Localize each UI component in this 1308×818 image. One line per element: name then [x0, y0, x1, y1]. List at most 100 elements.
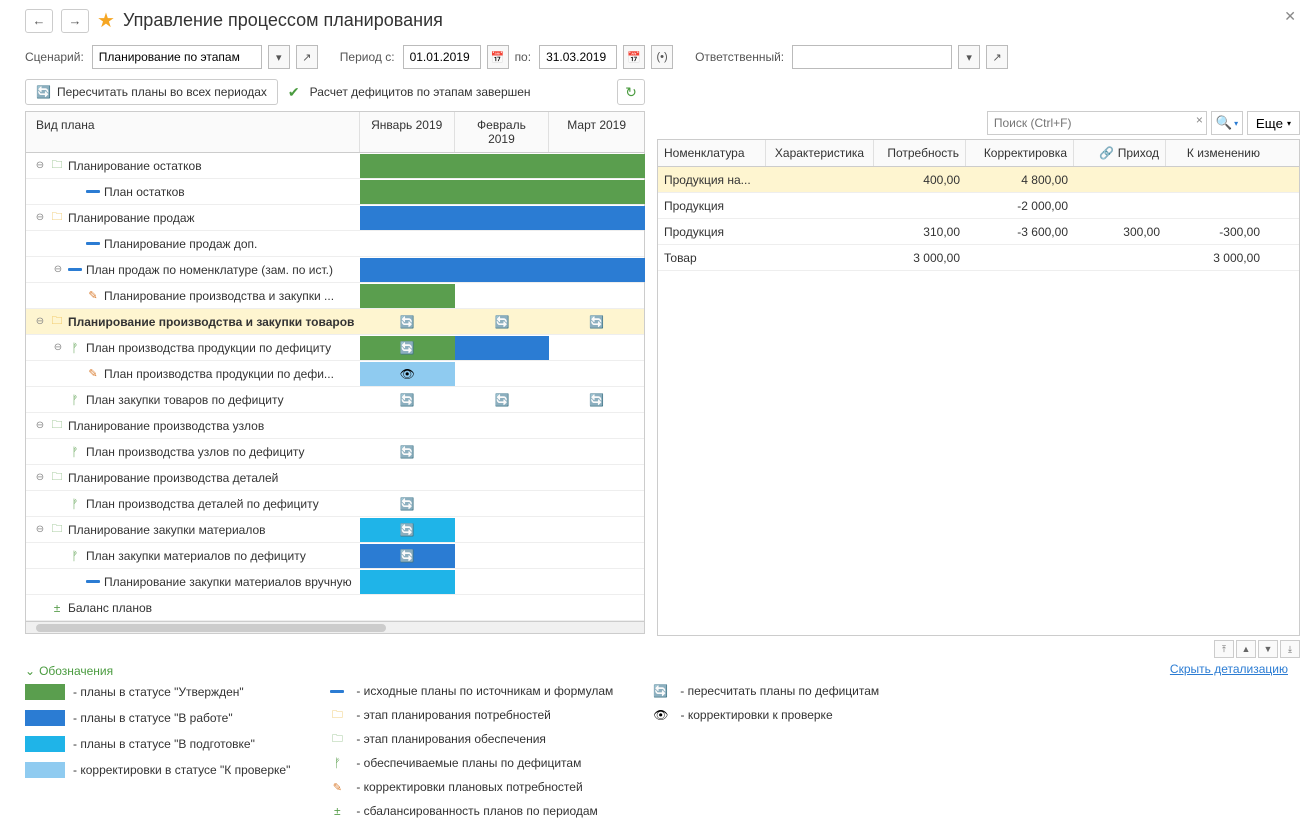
responsible-dropdown-button[interactable]: ▾ — [958, 45, 980, 69]
plan-grid: Вид плана Январь 2019 Февраль 2019 Март … — [25, 111, 645, 622]
sync-icon[interactable]: 🔄 — [589, 393, 604, 407]
nav-down-button[interactable]: ▼ — [1258, 640, 1278, 658]
nav-first-button[interactable]: ⤒ — [1214, 640, 1234, 658]
sync-icon[interactable]: 🔄 — [400, 497, 415, 511]
scenario-open-button[interactable]: ↗ — [296, 45, 318, 69]
plan-row[interactable]: ⊖🗀Планирование производства деталей — [26, 465, 644, 491]
expander-icon[interactable]: ⊖ — [34, 524, 46, 535]
col-adjustment[interactable]: Корректировка — [966, 140, 1074, 166]
plan-row[interactable]: ±Баланс планов — [26, 595, 644, 621]
sync-icon[interactable]: 🔄 — [494, 315, 509, 329]
correction-icon: ✎ — [86, 367, 100, 381]
legend-toggle[interactable]: ⌄ Обозначения — [0, 658, 1308, 684]
eye-icon[interactable]: 👁 — [400, 367, 415, 381]
sync-icon[interactable]: 🔄 — [495, 393, 510, 407]
sync-icon[interactable]: 🔄 — [400, 341, 415, 355]
plan-row[interactable]: ᚠПлан производства деталей по дефициту🔄 — [26, 491, 644, 517]
period-from-input[interactable] — [403, 45, 481, 69]
sync-icon[interactable]: 🔄 — [589, 315, 604, 329]
sync-icon[interactable]: 🔄 — [400, 549, 415, 563]
expander-icon[interactable]: ⊖ — [34, 472, 46, 483]
plan-row[interactable]: Планирование закупки материалов вручную — [26, 569, 644, 595]
plan-row[interactable]: ᚠПлан закупки материалов по дефициту🔄 — [26, 543, 644, 569]
col-to-change[interactable]: К изменению — [1166, 140, 1266, 166]
star-icon[interactable]: ★ — [97, 8, 115, 33]
plan-row[interactable]: ⊖🗀Планирование остатков — [26, 153, 644, 179]
plan-row[interactable]: ✎Планирование производства и закупки ... — [26, 283, 644, 309]
search-button[interactable]: 🔍 ▾ — [1211, 111, 1243, 135]
legend-item: - исходные планы по источникам и формула… — [330, 684, 613, 698]
horizontal-scrollbar[interactable] — [25, 622, 645, 634]
plan-row[interactable]: Планирование продаж доп. — [26, 231, 644, 257]
plan-row[interactable]: План остатков — [26, 179, 644, 205]
detail-row[interactable]: Товар3 000,003 000,00 — [658, 245, 1299, 271]
detail-row[interactable]: Продукция-2 000,00 — [658, 193, 1299, 219]
close-icon[interactable]: ✕ — [1284, 8, 1296, 25]
period-select-button[interactable]: (•) — [651, 45, 673, 69]
expander-icon[interactable]: ⊖ — [34, 316, 46, 327]
search-input[interactable] — [987, 111, 1207, 135]
col-month-2[interactable]: Февраль 2019 — [455, 112, 550, 152]
plan-row[interactable]: ⊖🗀Планирование производства и закупки то… — [26, 309, 644, 335]
plan-row[interactable]: ⊖ᚠПлан производства продукции по дефицит… — [26, 335, 644, 361]
col-demand[interactable]: Потребность — [874, 140, 966, 166]
status-text: Расчет дефицитов по этапам завершен — [310, 85, 531, 99]
search-clear-icon[interactable]: × — [1196, 113, 1203, 127]
plan-label: Баланс планов — [68, 601, 152, 615]
folder-green-icon: 🗀 — [330, 732, 344, 746]
col-characteristic[interactable]: Характеристика — [766, 140, 874, 166]
refresh-button[interactable]: ↻ — [617, 79, 645, 105]
plan-label: План продаж по номенклатуре (зам. по ист… — [86, 263, 333, 277]
folder-yellow-icon: 🗀 — [50, 211, 64, 225]
col-nomenclature[interactable]: Номенклатура — [658, 140, 766, 166]
detail-row[interactable]: Продукция310,00-3 600,00300,00-300,00 — [658, 219, 1299, 245]
scenario-dropdown-button[interactable]: ▾ — [268, 45, 290, 69]
expander-icon[interactable]: ⊖ — [52, 264, 64, 275]
col-income[interactable]: 🔗 Приход — [1074, 140, 1166, 166]
sync-icon: 🔄 — [36, 85, 51, 99]
plan-label: План остатков — [104, 185, 185, 199]
sync-icon[interactable]: 🔄 — [400, 393, 415, 407]
plan-row[interactable]: ✎План производства продукции по дефи...👁 — [26, 361, 644, 387]
legend-item: 🗀- этап планирования обеспечения — [330, 732, 613, 746]
expander-icon[interactable]: ⊖ — [34, 420, 46, 431]
recalc-all-button[interactable]: 🔄 Пересчитать планы во всех периодах — [25, 79, 278, 105]
detail-row[interactable]: Продукция на...400,004 800,00 — [658, 167, 1299, 193]
eye-icon: 👁 — [653, 708, 668, 722]
plan-row[interactable]: ⊖ План продаж по номенклатуре (зам. по ис… — [26, 257, 644, 283]
plan-row[interactable]: ⊖🗀Планирование закупки материалов🔄 — [26, 517, 644, 543]
sync-icon[interactable]: 🔄 — [400, 315, 415, 329]
tree-icon: ᚠ — [68, 497, 82, 511]
legend-item: ±- сбалансированность планов по периодам — [330, 804, 613, 818]
nav-forward-button[interactable]: → — [61, 9, 89, 33]
col-plan-type[interactable]: Вид плана — [26, 112, 360, 152]
legend-item: - планы в статусе "Утвержден" — [25, 684, 290, 700]
period-from-calendar-button[interactable]: 📅 — [487, 45, 509, 69]
plan-row[interactable]: ᚠПлан закупки товаров по дефициту🔄🔄🔄 — [26, 387, 644, 413]
color-swatch — [25, 710, 65, 726]
nav-back-button[interactable]: ← — [25, 9, 53, 33]
plan-row[interactable]: ⊖🗀Планирование производства узлов — [26, 413, 644, 439]
col-month-1[interactable]: Январь 2019 — [360, 112, 455, 152]
responsible-open-button[interactable]: ↗ — [986, 45, 1008, 69]
dash-blue-icon — [86, 242, 100, 245]
period-to-calendar-button[interactable]: 📅 — [623, 45, 645, 69]
scenario-input[interactable] — [92, 45, 262, 69]
col-month-3[interactable]: Март 2019 — [549, 112, 644, 152]
sync-icon[interactable]: 🔄 — [400, 445, 415, 459]
plan-row[interactable]: ᚠПлан производства узлов по дефициту🔄 — [26, 439, 644, 465]
scenario-label: Сценарий: — [25, 50, 84, 64]
period-from-label: Период с: — [340, 50, 395, 64]
plan-row[interactable]: ⊖🗀Планирование продаж — [26, 205, 644, 231]
hide-detail-link[interactable]: Скрыть детализацию — [1170, 662, 1288, 676]
nav-last-button[interactable]: ⤓ — [1280, 640, 1300, 658]
more-button[interactable]: Еще ▾ — [1247, 111, 1300, 135]
expander-icon[interactable]: ⊖ — [34, 160, 46, 171]
plan-label: Планирование производства узлов — [68, 419, 264, 433]
sync-icon[interactable]: 🔄 — [400, 523, 415, 537]
expander-icon[interactable]: ⊖ — [34, 212, 46, 223]
nav-up-button[interactable]: ▲ — [1236, 640, 1256, 658]
responsible-input[interactable] — [792, 45, 952, 69]
period-to-input[interactable] — [539, 45, 617, 69]
expander-icon[interactable]: ⊖ — [52, 342, 64, 353]
